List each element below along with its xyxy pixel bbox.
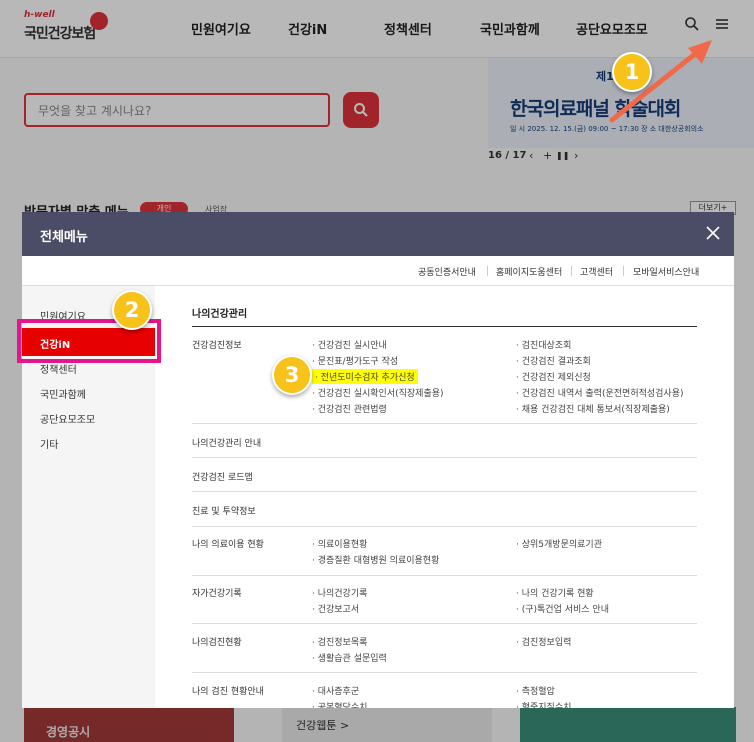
row-label-treatment[interactable]: 진료 및 투약정보	[192, 504, 256, 517]
util-link-mobile-service[interactable]: 모바일서비스안내	[633, 265, 699, 278]
step-badge-2: 2	[112, 290, 152, 330]
row-divider	[192, 423, 697, 424]
row-divider	[192, 623, 697, 624]
close-icon[interactable]	[704, 224, 722, 242]
row-divider	[192, 575, 697, 576]
util-link-help-center[interactable]: 홈페이지도움센터	[496, 265, 562, 278]
menu-link[interactable]: · 건강검진 결과조회	[516, 354, 591, 367]
util-divider	[623, 266, 624, 276]
row-label-self-record: 자가건강기록	[192, 589, 242, 599]
menu-link[interactable]: · 공복혈당수치	[312, 700, 367, 708]
modal-header: 전체메뉴	[22, 212, 734, 256]
menu-link[interactable]: · 채용 건강검진 대체 통보서(직장제출용)	[516, 402, 670, 415]
menu-link[interactable]: · 측정혈압	[516, 684, 555, 697]
row-divider	[192, 526, 697, 527]
menu-link[interactable]: · 검진정보입력	[516, 635, 571, 648]
row-divider	[192, 457, 697, 458]
menu-link[interactable]: · 건강보고서	[312, 602, 359, 615]
menu-link[interactable]: · 생활습관 설문입력	[312, 651, 387, 664]
section-divider	[192, 326, 697, 327]
row-label-health-guide[interactable]: 나의건강관리 안내	[192, 436, 261, 449]
util-divider	[571, 266, 572, 276]
menu-link[interactable]: · 건강검진 실시안내	[312, 338, 387, 351]
step-badge-3: 3	[272, 355, 312, 395]
menu-link[interactable]: · (구)톡건업 서비스 안내	[516, 602, 609, 615]
row-label-checkup-status: 나의 검진 현황안내	[192, 687, 264, 697]
util-link-customer-center[interactable]: 고객센터	[580, 265, 613, 278]
menu-link[interactable]: · 건강검진 실시확인서(직장제출용)	[312, 386, 444, 399]
menu-link[interactable]: · 건강검진 관련법령	[312, 402, 387, 415]
step-badge-1: 1	[612, 52, 652, 92]
menu-link[interactable]: · 문진표/평가도구 작성	[312, 354, 398, 367]
sidebar-item-policy[interactable]: 정책센터	[40, 361, 77, 376]
menu-link[interactable]: · 혈중지질수치	[516, 700, 571, 708]
row-label-roadmap[interactable]: 건강검진 로드맵	[192, 470, 253, 483]
menu-link[interactable]: · 나의건강기록	[312, 586, 367, 599]
row-label-medical-usage: 나의 의료이용 현황	[192, 540, 264, 550]
row-label-my-checkup: 나의검진현황	[192, 638, 242, 648]
row-label-checkup-info: 건강검진정보	[192, 341, 242, 351]
menu-link[interactable]: · 의료이용현황	[312, 537, 367, 550]
modal-title: 전체메뉴	[40, 230, 88, 245]
util-link-certificate[interactable]: 공동인증서안내	[418, 265, 476, 278]
sidebar-item-about[interactable]: 공단요모조모	[40, 411, 95, 426]
full-menu-modal: 전체메뉴 공동인증서안내 홈페이지도움센터 고객센터 모바일서비스안내 민원여기…	[22, 212, 734, 708]
menu-link[interactable]: · 경증질환 대형병원 의료이용현황	[312, 553, 439, 566]
sidebar-item-etc[interactable]: 기타	[40, 436, 58, 451]
menu-link[interactable]: · 나의 건강기록 현황	[516, 586, 594, 599]
row-divider	[192, 672, 697, 673]
row-divider	[192, 491, 697, 492]
menu-link[interactable]: · 검진대상조회	[516, 338, 571, 351]
menu-link[interactable]: · 대사증후군	[312, 684, 359, 697]
menu-link[interactable]: · 건강검진 제외신청	[516, 370, 591, 383]
menu-content: 나의건강관리 건강검진정보 · 건강검진 실시안내 · 문진표/평가도구 작성 …	[155, 286, 734, 708]
sidebar-item-together[interactable]: 국민과함께	[40, 386, 86, 401]
util-divider	[487, 266, 488, 276]
menu-link[interactable]: · 검진정보목록	[312, 635, 367, 648]
menu-link-highlighted[interactable]: · 전년도미수검자 추가신청	[312, 369, 418, 384]
menu-link[interactable]: · 건강검진 내역서 출력(운전면허적성검사용)	[516, 386, 684, 399]
section-title: 나의건강관리	[192, 309, 248, 320]
menu-link[interactable]: · 상위5개방문의료기관	[516, 537, 602, 550]
utility-links-bar: 공동인증서안내 홈페이지도움센터 고객센터 모바일서비스안내	[22, 256, 734, 286]
